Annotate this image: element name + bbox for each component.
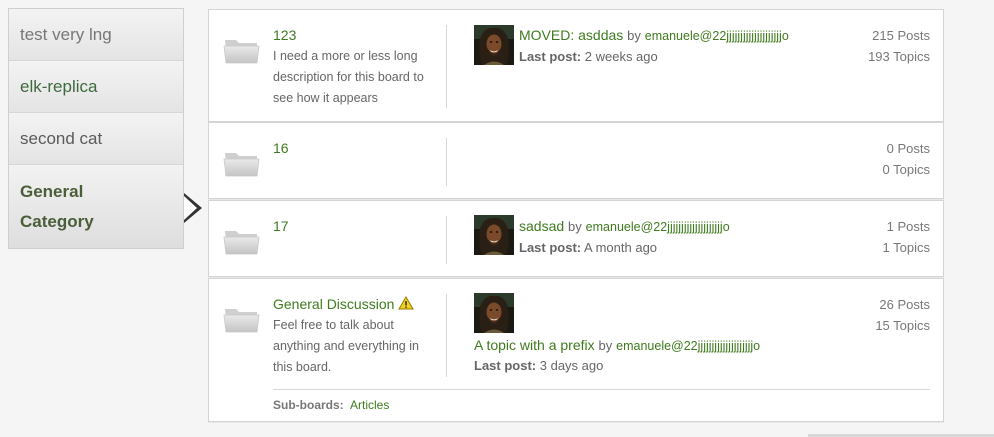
category-sidebar: test very lng elk-replica second cat Gen… xyxy=(8,8,184,249)
category-label: test very lng xyxy=(20,24,112,44)
warning-icon xyxy=(398,296,415,310)
board-row-general-discussion: General Discussion Feel free to talk abo… xyxy=(208,278,944,422)
last-post-user-link[interactable]: emanuele@22jjjjjjjjjjjjjjjjjjjjo xyxy=(586,220,730,234)
topics-count: 0 Topics xyxy=(882,162,930,177)
board-stats: 0 Posts 0 Topics xyxy=(883,138,930,180)
board-row-123: 123 I need a more or less long descripti… xyxy=(208,9,944,122)
last-post-line: A topic with a prefix by emanuele@22jjjj… xyxy=(474,337,760,353)
board-name-row: General Discussion xyxy=(273,296,415,312)
category-label: elk-replica xyxy=(20,76,98,96)
last-post-line: MOVED: asddas by emanuele@22jjjjjjjjjjjj… xyxy=(519,27,789,43)
board-stats: 26 Posts 15 Topics xyxy=(875,294,930,336)
board-stats: 1 Posts 1 Topics xyxy=(883,216,930,258)
posts-count: 215 Posts xyxy=(872,28,930,43)
last-post-line: sadsad by emanuele@22jjjjjjjjjjjjjjjjjjj… xyxy=(519,218,730,234)
topics-count: 15 Topics xyxy=(875,318,930,333)
last-post-time: Last post: 2 weeks ago xyxy=(519,49,658,64)
last-post-time: Last post: 3 days ago xyxy=(474,358,604,373)
category-label: General Category xyxy=(20,181,94,231)
board-description: Feel free to talk about anything and eve… xyxy=(273,318,419,374)
by-label: by xyxy=(598,338,613,353)
last-post-topic-link[interactable]: MOVED: asddas xyxy=(519,27,623,43)
board-name-link[interactable]: 16 xyxy=(273,140,289,156)
column-divider xyxy=(446,294,447,377)
topics-count: 193 Topics xyxy=(868,49,930,64)
board-name-link[interactable]: 17 xyxy=(273,218,289,234)
column-divider xyxy=(446,138,447,186)
user-avatar[interactable] xyxy=(474,215,514,255)
last-post-user-link[interactable]: emanuele@22jjjjjjjjjjjjjjjjjjjjo xyxy=(616,339,760,353)
board-name-link[interactable]: General Discussion xyxy=(273,296,394,312)
posts-count: 26 Posts xyxy=(879,297,930,312)
folder-icon xyxy=(223,34,261,64)
by-label: by xyxy=(627,28,641,43)
subboards-divider xyxy=(273,389,930,390)
user-avatar[interactable] xyxy=(474,293,514,333)
board-description: I need a more or less long description f… xyxy=(273,49,424,105)
posts-count: 1 Posts xyxy=(886,219,930,234)
last-post-topic-link[interactable]: A topic with a prefix xyxy=(474,337,595,353)
category-tab-elk-replica[interactable]: elk-replica xyxy=(9,61,183,113)
category-tab-general-category[interactable]: General Category xyxy=(9,165,183,248)
category-tab-test-very-lng[interactable]: test very lng xyxy=(9,9,183,61)
category-tab-second-cat[interactable]: second cat xyxy=(9,113,183,165)
folder-icon xyxy=(223,303,261,333)
board-row-16: 16 0 Posts 0 Topics xyxy=(208,122,944,199)
column-divider xyxy=(446,216,447,264)
user-avatar[interactable] xyxy=(474,25,514,65)
column-divider xyxy=(446,25,447,108)
board-row-17: 17 sadsad by emanuele@22jjjjjjjjjjjjjjjj… xyxy=(208,200,944,277)
subboard-link-articles[interactable]: Articles xyxy=(350,398,389,412)
subboards-label: Sub-boards: xyxy=(273,398,344,412)
folder-icon xyxy=(223,147,261,177)
board-name-link[interactable]: 123 xyxy=(273,27,296,43)
last-post-time: Last post: A month ago xyxy=(519,240,658,255)
category-label: second cat xyxy=(20,128,103,148)
last-post-topic-link[interactable]: sadsad xyxy=(519,218,564,234)
posts-count: 0 Posts xyxy=(886,141,930,156)
folder-icon xyxy=(223,225,261,255)
board-stats: 215 Posts 193 Topics xyxy=(868,25,930,67)
last-post-user-link[interactable]: emanuele@22jjjjjjjjjjjjjjjjjjjjo xyxy=(645,29,789,43)
topics-count: 1 Topics xyxy=(882,240,930,255)
subboards-list: Sub-boards: Articles xyxy=(273,398,389,412)
by-label: by xyxy=(568,219,582,234)
